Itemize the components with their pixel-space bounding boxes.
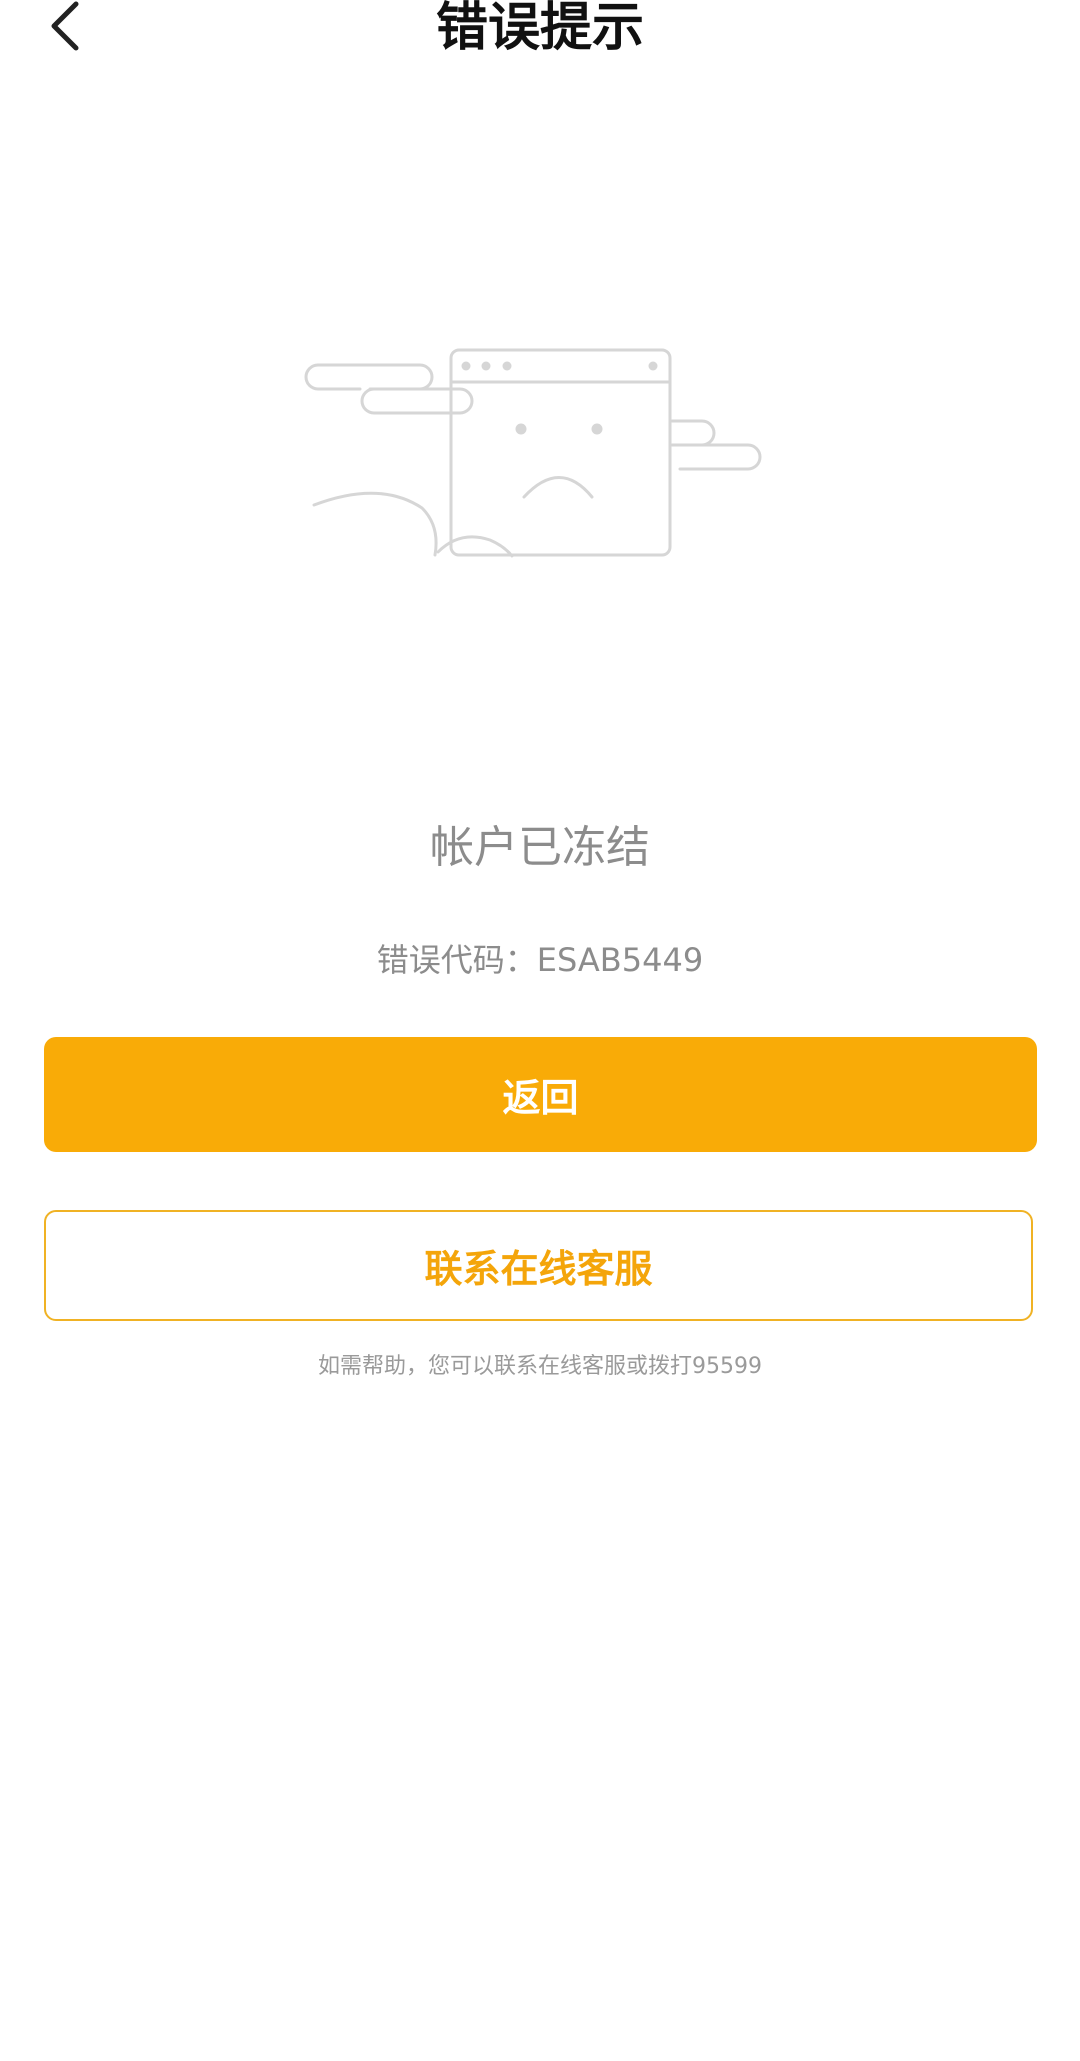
sad-browser-window-illustration [304, 348, 762, 558]
error-code-text: 错误代码：ESAB5449 [376, 941, 704, 979]
contact-online-service-button[interactable]: 联系在线客服 [44, 1210, 1033, 1321]
page-title: 错误提示 [435, 0, 644, 58]
help-text: 如需帮助，您可以联系在线客服或拨打95599 [318, 1354, 762, 1379]
error-page: 错误提示 帐户已冻结 错误代码：ESAB5449 返回 联系在线客服 如需帮助，… [0, 0, 1080, 2061]
return-button[interactable]: 返回 [44, 1037, 1037, 1152]
top-bar: 错误提示 [0, 0, 1080, 60]
status-title: 帐户已冻结 [430, 822, 650, 873]
